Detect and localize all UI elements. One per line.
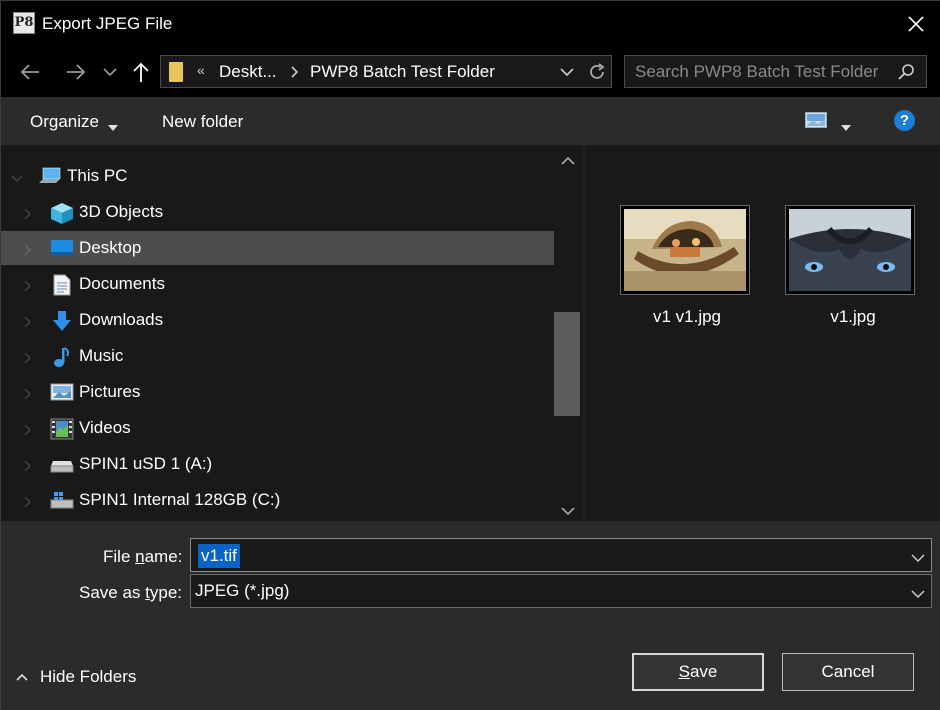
computer-icon	[38, 166, 61, 186]
hide-folders-caret-icon[interactable]	[15, 667, 29, 692]
file-name-label[interactable]: v1 v1.jpg	[617, 307, 757, 327]
expand-chevron-icon[interactable]	[23, 423, 31, 441]
expand-chevron-icon[interactable]	[23, 207, 31, 225]
organize-caret-icon[interactable]	[108, 118, 118, 136]
expand-chevron-icon[interactable]	[23, 495, 31, 513]
navigation-pane: This PC 3D Objects Desktop Documents Dow…	[1, 145, 583, 521]
breadcrumb-desktop[interactable]: Deskt...	[219, 62, 277, 82]
film-icon	[50, 418, 74, 440]
search-box[interactable]: Search PWP8 Batch Test Folder	[624, 55, 927, 88]
scroll-up-arrow-icon[interactable]	[561, 153, 575, 171]
file-name-selected-text[interactable]: v1.tif	[198, 544, 240, 568]
breadcrumb-separator-icon[interactable]	[288, 61, 302, 88]
music-note-icon	[52, 346, 74, 367]
navigation-bar: « Deskt... PWP8 Batch Test Folder Search…	[1, 47, 940, 97]
address-dropdown-icon[interactable]	[558, 64, 576, 85]
file-name-dropdown-icon[interactable]	[911, 550, 925, 568]
download-arrow-icon	[52, 310, 74, 331]
dog-eyes-photo-thumbnail	[789, 209, 911, 291]
search-icon[interactable]	[897, 63, 915, 86]
tree-item-label: This PC	[67, 166, 128, 185]
drive-icon	[50, 454, 74, 474]
tree-item-drive-a[interactable]: SPIN1 uSD 1 (A:)	[1, 447, 554, 481]
app-logo-icon: P8	[13, 12, 35, 34]
tree-item-this-pc[interactable]: This PC	[1, 159, 554, 193]
up-arrow-icon[interactable]	[128, 59, 154, 85]
tree-item-videos[interactable]: Videos	[1, 411, 554, 445]
expand-chevron-icon[interactable]	[23, 243, 31, 261]
save-as-type-select[interactable]: JPEG (*.jpg)	[190, 574, 932, 608]
breadcrumb-current-folder[interactable]: PWP8 Batch Test Folder	[310, 62, 495, 82]
tree-item-label: 3D Objects	[79, 202, 164, 221]
folder-icon	[169, 62, 183, 82]
desktop-icon	[50, 238, 73, 258]
collapse-chevron-icon[interactable]	[11, 171, 23, 189]
save-button[interactable]: Save	[632, 653, 764, 691]
scroll-thumb[interactable]	[554, 312, 580, 416]
expand-chevron-icon[interactable]	[23, 279, 31, 297]
refresh-icon[interactable]	[587, 62, 607, 87]
view-dropdown-caret-icon[interactable]	[841, 118, 851, 136]
address-bar[interactable]: « Deskt... PWP8 Batch Test Folder	[160, 55, 612, 88]
tree-item-documents[interactable]: Documents	[1, 267, 554, 301]
breadcrumb-overflow[interactable]: «	[197, 62, 205, 78]
tree-item-label: Pictures	[79, 382, 141, 401]
file-name-label[interactable]: v1.jpg	[783, 307, 923, 327]
cube-icon	[50, 202, 73, 224]
hide-folders-button[interactable]: Hide Folders	[40, 667, 136, 687]
save-as-type-label: Save as type:	[79, 583, 183, 602]
save-as-type-value: JPEG (*.jpg)	[195, 581, 290, 600]
file-name-input[interactable]: v1.tif	[190, 538, 932, 572]
close-icon[interactable]	[901, 9, 931, 39]
tree-item-downloads[interactable]: Downloads	[1, 303, 554, 337]
tree-item-3d-objects[interactable]: 3D Objects	[1, 195, 554, 229]
expand-chevron-icon[interactable]	[23, 315, 31, 333]
forward-arrow-icon[interactable]	[63, 59, 89, 85]
expand-chevron-icon[interactable]	[23, 351, 31, 369]
title-bar: P8 Export JPEG File	[1, 1, 940, 47]
tree-item-label: SPIN1 Internal 128GB (C:)	[79, 490, 281, 509]
dialog-title: Export JPEG File	[42, 14, 173, 33]
tree-item-label: Music	[79, 346, 124, 365]
save-form-area: File name: v1.tif Save as type: JPEG (*.…	[1, 521, 940, 710]
recent-locations-chevron-icon[interactable]	[101, 59, 119, 85]
export-dialog: P8 Export JPEG File « Deskt... PWP8 Batc…	[0, 0, 940, 710]
command-toolbar: Organize New folder ?	[1, 97, 940, 145]
tree-item-pictures[interactable]: Pictures	[1, 375, 554, 409]
file-list-pane: v1 v1.jpg v1.jpg	[585, 145, 940, 521]
view-options-icon[interactable]	[805, 112, 827, 133]
tree-item-label: Downloads	[79, 310, 164, 329]
expand-chevron-icon[interactable]	[23, 459, 31, 477]
tree-item-label: Videos	[79, 418, 131, 437]
file-item-thumbnail[interactable]	[785, 205, 915, 295]
back-arrow-icon[interactable]	[17, 59, 43, 85]
tree-item-desktop[interactable]: Desktop	[1, 231, 554, 265]
boat-photo-thumbnail	[624, 209, 746, 291]
file-item-thumbnail[interactable]	[620, 205, 750, 295]
document-icon	[52, 274, 74, 296]
help-icon[interactable]: ?	[894, 110, 915, 131]
new-folder-button[interactable]: New folder	[162, 112, 243, 132]
tree-item-drive-c[interactable]: SPIN1 Internal 128GB (C:)	[1, 483, 554, 517]
file-name-field-label: File name:	[103, 547, 183, 566]
tree-item-label: Desktop	[79, 238, 142, 257]
tree-item-label: SPIN1 uSD 1 (A:)	[79, 454, 213, 473]
tree-item-music[interactable]: Music	[1, 339, 554, 373]
picture-icon	[50, 382, 74, 402]
save-as-type-dropdown-icon[interactable]	[911, 586, 925, 604]
search-placeholder[interactable]: Search PWP8 Batch Test Folder	[635, 62, 878, 82]
organize-button[interactable]: Organize	[30, 112, 99, 132]
scroll-down-arrow-icon[interactable]	[561, 503, 575, 521]
windows-drive-icon	[50, 490, 74, 510]
cancel-button[interactable]: Cancel	[782, 653, 914, 691]
tree-item-label: Documents	[79, 274, 165, 293]
expand-chevron-icon[interactable]	[23, 387, 31, 405]
